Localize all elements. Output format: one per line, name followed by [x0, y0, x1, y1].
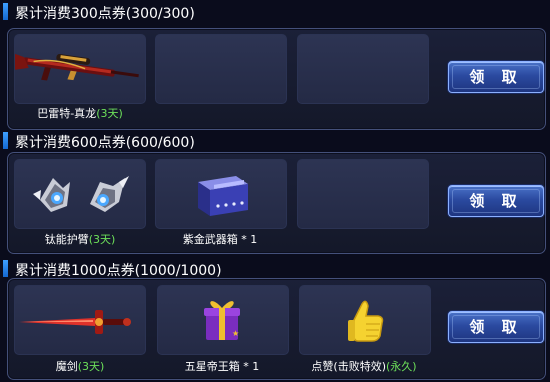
- reward-caption: 紫金武器箱 * 1: [145, 231, 295, 247]
- reward-duration: (3天): [88, 233, 116, 246]
- reward-caption: 魔剑(3天): [5, 358, 155, 374]
- reward-panel-600: 钛能护臂(3天) 紫金武器箱 * 1 领 取: [7, 152, 546, 254]
- section-header: 累计消费600点券(600/600): [0, 129, 550, 153]
- reward-duration: (永久): [386, 360, 417, 373]
- title-marker: [3, 3, 8, 20]
- weapon-box-icon: [198, 176, 248, 216]
- sword-icon: [19, 310, 131, 334]
- reward-caption: 五星帝王箱 * 1: [147, 358, 297, 374]
- reward-duration: (3天): [96, 107, 123, 120]
- button-inner-border: [452, 315, 540, 339]
- reward-slot-1[interactable]: [14, 285, 146, 355]
- reward-panel-300: 巴雷特-真龙(3天) 领 取: [7, 28, 546, 130]
- section-header: 累计消费300点券(300/300): [0, 0, 550, 24]
- reward-slot-empty: [297, 159, 429, 229]
- title-marker: [3, 260, 8, 277]
- section-title: 累计消费600点券(600/600): [15, 135, 195, 151]
- reward-panel-1000: 魔剑(3天) ★ 五星帝王箱 * 1 点赞(击败特效)(永久) 领 取: [7, 278, 546, 380]
- thumbs-up-icon: [348, 300, 384, 342]
- section-title: 累计消费1000点券(1000/1000): [15, 263, 222, 279]
- reward-name: 钛能护臂: [44, 233, 89, 246]
- reward-caption: 钛能护臂(3天): [5, 231, 155, 247]
- button-inner-border: [452, 65, 540, 89]
- sniper-rifle-icon: [15, 53, 139, 81]
- reward-name: 紫金武器箱 * 1: [182, 233, 258, 246]
- reward-slot-empty: [155, 34, 287, 104]
- armguard-icon: [33, 176, 129, 212]
- reward-slot-1[interactable]: [14, 159, 146, 229]
- reward-name: 巴雷特-真龙: [37, 107, 97, 120]
- claim-button[interactable]: 领 取: [448, 61, 544, 93]
- reward-duration: (3天): [77, 360, 105, 373]
- reward-slot-2[interactable]: [155, 159, 287, 229]
- reward-slot-1[interactable]: [14, 34, 146, 104]
- button-inner-border: [452, 189, 540, 213]
- reward-slot-3[interactable]: [299, 285, 431, 355]
- claim-button[interactable]: 领 取: [448, 311, 544, 343]
- reward-caption: 点赞(击败特效)(永久): [289, 358, 439, 374]
- title-marker: [3, 132, 8, 149]
- reward-slot-empty: [297, 34, 429, 104]
- reward-caption: 巴雷特-真龙(3天): [5, 105, 155, 121]
- reward-slot-2[interactable]: ★: [157, 285, 289, 355]
- claim-button[interactable]: 领 取: [448, 185, 544, 217]
- reward-name: 五星帝王箱 * 1: [184, 360, 260, 373]
- svg-text:★: ★: [232, 329, 239, 338]
- reward-name: 点赞(击败特效): [311, 360, 386, 373]
- reward-name: 魔剑: [55, 360, 78, 373]
- gift-box-icon: ★: [204, 301, 240, 340]
- section-title: 累计消费300点券(300/300): [15, 6, 195, 22]
